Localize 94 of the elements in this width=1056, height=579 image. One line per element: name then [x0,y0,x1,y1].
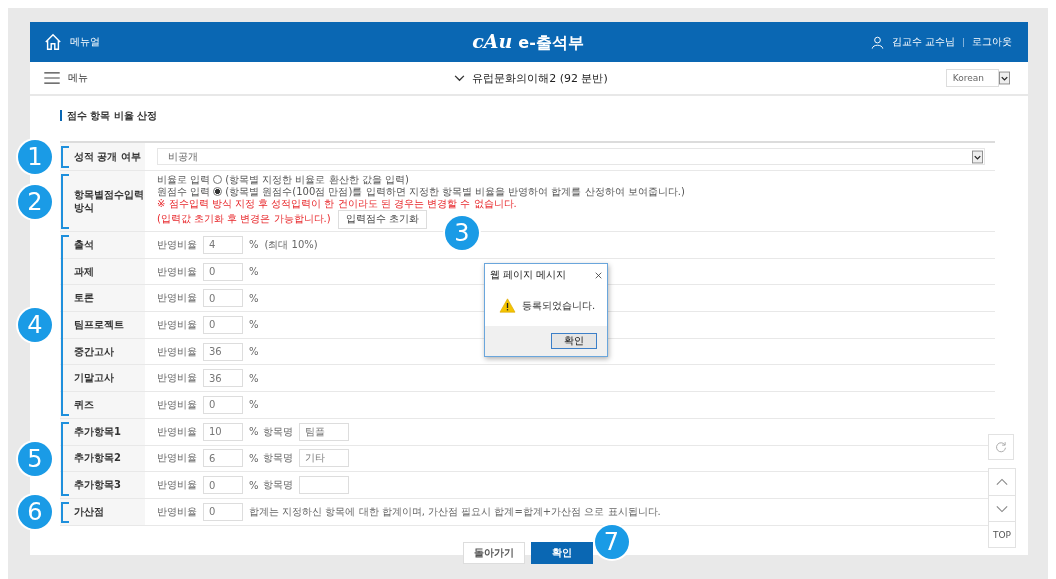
ratio-label: 반영비율 [157,264,197,279]
row-label: 토론 [60,285,145,312]
step-number: 7 [594,524,629,559]
row-label: 추가항목2 [60,445,145,472]
ratio-input[interactable]: 36 [203,342,243,361]
course-selector[interactable]: 유럽문화의이해2 (92 분반) [454,70,608,86]
ratio-input[interactable]: 4 [203,235,243,254]
ratio-label: 반영비율 [157,424,197,439]
percent-unit: % [249,239,259,251]
chevron-down-icon [454,74,466,82]
percent-unit: % [249,399,259,411]
row-label: 중간고사 [60,338,145,365]
section-title: 점수 항목 비율 산정 [60,110,995,121]
warning-text: ※ 점수입력 방식 지정 후 성적입력이 한 건이라도 된 경우는 변경할 수 없습니다. [157,197,517,210]
note-text: (입력값 초기화 후 변경은 가능합니다.) [157,213,331,225]
radio-button[interactable] [213,187,223,196]
close-icon[interactable] [595,271,602,279]
step-number: 1 [18,140,52,174]
option-description: (항목별 원점수(100점 만점)를 입력하면 지정한 항목별 비율을 반영하여 합계를 산정하여 보여줍니다.) [225,185,685,198]
ratio-input[interactable]: 0 [203,502,243,521]
user-name: 김교수 교수님 [891,35,955,49]
caret-icon [972,149,983,164]
ratio-input[interactable]: 0 [203,395,243,414]
step-number: 6 [18,495,52,530]
option-description: (항목별 지정한 비율로 환산한 값을 입력) [225,173,409,186]
item-name-input[interactable]: 팀플 [298,422,349,441]
ratio-input[interactable]: 0 [203,262,243,281]
ratio-input[interactable]: 0 [203,315,243,334]
row-label: 성적 공개 여부 [60,143,145,170]
logout-link[interactable]: 로그아웃 [972,35,1012,49]
row-label: 퀴즈 [60,392,145,418]
manual-link[interactable]: 메뉴얼 [70,35,100,49]
item-name-input[interactable] [298,476,349,495]
row-label: 항목별점수입력 방식 [60,171,145,231]
step-number: 4 [18,308,52,343]
refresh-button[interactable] [988,434,1014,460]
dialog-message: 등록되었습니다. [522,298,596,313]
disclosure-select[interactable]: 비공개 [157,148,985,165]
row-label: 과제 [60,258,145,285]
warning-icon [499,298,516,313]
radio-label: 비율로 입력 [157,173,211,186]
ratio-input[interactable]: 0 [203,476,243,495]
dialog-title: 웹 페이지 메시지 [490,268,567,282]
percent-unit: % [249,426,259,438]
ratio-label: 반영비율 [157,478,197,493]
ratio-label: 반영비율 [157,451,197,466]
ratio-input[interactable]: 0 [203,289,243,308]
row-label: 추가항목3 [60,472,145,498]
dialog-ok-button[interactable]: 확인 [551,333,597,349]
menu-icon [44,72,60,84]
row-label: 팀프로젝트 [60,312,145,338]
percent-unit: % [249,319,259,331]
refresh-icon [995,441,1007,453]
item-name-input[interactable]: 기타 [298,449,349,468]
radio-label: 원점수 입력 [157,185,211,198]
chevron-up-icon [996,476,1008,488]
ratio-input[interactable]: 10 [203,422,243,441]
home-icon[interactable] [44,33,62,51]
row-label: 출석 [60,232,145,258]
logo-text: e-출석부 [518,33,584,54]
ratio-label: 반영비율 [157,344,197,359]
ratio-label: 반영비율 [157,317,197,332]
ratio-label: 반영비율 [157,397,197,412]
reset-button[interactable]: 입력점수 초기화 [337,209,427,229]
item-name-label: 항목명 [262,478,293,493]
hint-text: (최대 10%) [264,237,318,252]
percent-unit: % [249,346,259,358]
hint-text: 합계는 지정하신 항목에 대한 합계이며, 가산점 필요시 합계=합계+가산점 으로 표시됩니다. [249,504,661,519]
menu-button[interactable]: 메뉴 [44,71,204,85]
row-label: 기말고사 [60,365,145,392]
row-label: 추가항목1 [60,418,145,445]
logo-mark: cAu [472,30,513,52]
ratio-input[interactable]: 36 [203,369,243,388]
percent-unit: % [249,372,259,384]
ratio-label: 반영비율 [157,291,197,306]
percent-unit: % [249,266,259,278]
step-number: 3 [444,215,479,250]
ratio-input[interactable]: 6 [203,449,243,468]
percent-unit: % [249,452,259,464]
radio-button[interactable] [213,175,223,184]
ratio-label: 반영비율 [157,237,197,252]
ratio-label: 반영비율 [157,504,197,519]
percent-unit: % [249,292,259,304]
caret-icon [999,71,1010,85]
back-button[interactable]: 돌아가기 [462,541,525,564]
item-name-label: 항목명 [262,451,293,466]
person-icon [870,35,884,49]
ratio-label: 반영비율 [157,371,197,386]
language-select[interactable]: Korean [858,69,1010,87]
confirm-button[interactable]: 확인 [530,541,593,564]
item-name-label: 항목명 [262,424,293,439]
step-number: 5 [18,441,52,476]
percent-unit: % [249,479,259,491]
step-number: 2 [18,184,52,219]
